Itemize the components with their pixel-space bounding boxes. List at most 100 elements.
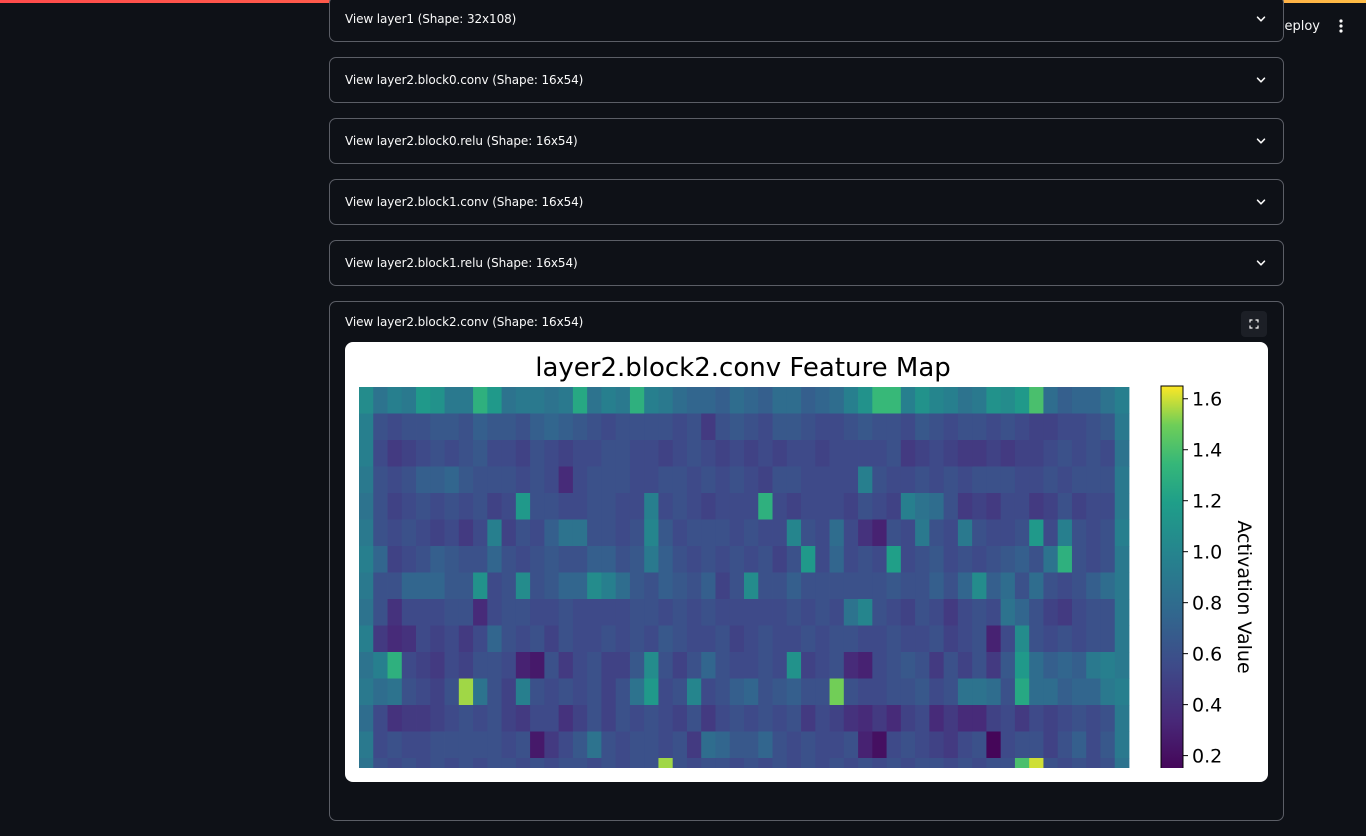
heatmap-cell	[530, 731, 545, 759]
heatmap-cell	[886, 731, 902, 759]
chevron-down-icon[interactable]	[1255, 196, 1267, 208]
heatmap-cell	[943, 519, 959, 547]
expander-header[interactable]: View layer2.block1.conv (Shape: 16x54)	[330, 180, 1283, 224]
heatmap-cell	[1057, 572, 1073, 600]
heatmap-cell	[772, 413, 788, 441]
heatmap-cell	[715, 519, 731, 547]
heatmap-cell	[387, 546, 403, 573]
heatmap-cell	[915, 413, 930, 441]
heatmap-cell	[515, 387, 531, 414]
heatmap-cell	[1014, 705, 1030, 732]
heatmap-cell	[1086, 519, 1101, 547]
chevron-down-icon[interactable]	[1255, 13, 1267, 25]
heatmap-cell	[658, 678, 674, 706]
expander-header[interactable]: View layer2.block0.conv (Shape: 16x54)	[330, 58, 1283, 102]
heatmap-cell	[715, 758, 731, 768]
heatmap-cell	[658, 625, 674, 653]
heatmap-cell	[829, 705, 845, 732]
heatmap-cell	[558, 572, 574, 600]
expander-header[interactable]: View layer2.block1.relu (Shape: 16x54)	[330, 241, 1283, 285]
heatmap-cell	[786, 546, 802, 573]
heatmap-cell	[744, 652, 759, 679]
chevron-down-icon[interactable]	[1255, 135, 1267, 147]
expander-layer2-block0-conv[interactable]: View layer2.block0.conv (Shape: 16x54)	[329, 57, 1284, 103]
heatmap-cell	[416, 599, 431, 626]
heatmap-cell	[929, 678, 945, 706]
heatmap-cell	[458, 599, 474, 626]
heatmap-cell	[1029, 413, 1044, 441]
heatmap-cell	[872, 678, 887, 706]
heatmap-cell	[629, 546, 645, 573]
heatmap-cell	[900, 546, 916, 573]
heatmap-cell	[715, 599, 731, 626]
heatmap-cell	[815, 731, 830, 759]
heatmap-cell	[558, 625, 574, 653]
heatmap-cell	[501, 572, 517, 600]
heatmap-cell	[915, 705, 930, 732]
heatmap-cell	[1114, 652, 1130, 679]
chevron-down-icon[interactable]	[1255, 74, 1267, 86]
heatmap-cell	[401, 387, 417, 414]
heatmap-cell	[1000, 440, 1016, 467]
heatmap-cell	[373, 678, 388, 706]
expander-layer2-block0-relu[interactable]: View layer2.block0.relu (Shape: 16x54)	[329, 118, 1284, 164]
heatmap-cell	[487, 387, 502, 414]
heatmap-cell	[843, 652, 859, 679]
heatmap-cell	[629, 387, 645, 414]
heatmap-cell	[815, 387, 830, 414]
heatmap-cell	[615, 413, 631, 441]
heatmap-cell	[501, 413, 517, 441]
heatmap-cell	[359, 652, 374, 679]
heatmap-cell	[530, 413, 545, 441]
heatmap-cell	[629, 466, 645, 494]
heatmap-cell	[929, 493, 945, 520]
heatmap-cell	[715, 705, 731, 732]
heatmap-cell	[943, 625, 959, 653]
heatmap-cell	[729, 599, 745, 626]
heatmap-cell	[886, 599, 902, 626]
heatmap-cell	[1100, 758, 1116, 768]
expander-layer1[interactable]: View layer1 (Shape: 32x108)	[329, 0, 1284, 42]
heatmap-cell	[1014, 546, 1030, 573]
heatmap-cell	[900, 572, 916, 600]
heatmap-cell	[430, 572, 445, 600]
heatmap-cell	[530, 466, 545, 494]
heatmap-cell	[772, 440, 788, 467]
expander-header[interactable]: View layer1 (Shape: 32x108)	[330, 0, 1283, 41]
fullscreen-button[interactable]	[1241, 311, 1267, 337]
heatmap-cell	[473, 387, 488, 414]
chevron-down-icon[interactable]	[1255, 257, 1267, 269]
heatmap-cell	[872, 572, 887, 600]
expander-layer2-block1-relu[interactable]: View layer2.block1.relu (Shape: 16x54)	[329, 240, 1284, 286]
heatmap-cell	[515, 731, 531, 759]
heatmap-cell	[487, 466, 502, 494]
expander-layer2-block1-conv[interactable]: View layer2.block1.conv (Shape: 16x54)	[329, 179, 1284, 225]
expander-header[interactable]: View layer2.block0.relu (Shape: 16x54)	[330, 119, 1283, 163]
heatmap-cell	[986, 758, 1002, 768]
more-vertical-icon[interactable]	[1334, 16, 1348, 36]
heatmap-cell	[829, 625, 845, 653]
heatmap-cell	[658, 705, 674, 732]
heatmap-cell	[843, 519, 859, 547]
heatmap-cell	[815, 625, 830, 653]
heatmap-cell	[587, 519, 602, 547]
heatmap-cell	[430, 493, 445, 520]
heatmap-cell	[986, 705, 1002, 732]
heatmap-cell	[1043, 758, 1059, 768]
heatmap-cell	[886, 625, 902, 653]
heatmap-cell	[587, 625, 602, 653]
heatmap-cell	[530, 705, 545, 732]
heatmap-cell	[801, 599, 816, 626]
heatmap-cell	[1029, 546, 1044, 573]
heatmap-cell	[501, 387, 517, 414]
heatmap-cell	[473, 493, 488, 520]
heatmap-cell	[629, 599, 645, 626]
heatmap-cell	[487, 519, 502, 547]
heatmap-cell	[772, 625, 788, 653]
heatmap-cell	[701, 519, 716, 547]
heatmap-cell	[1057, 599, 1073, 626]
heatmap-cell	[644, 705, 659, 732]
heatmap-cell	[915, 678, 930, 706]
heatmap-cell	[829, 599, 845, 626]
expander-header[interactable]: View layer2.block2.conv (Shape: 16x54)	[330, 302, 1283, 342]
